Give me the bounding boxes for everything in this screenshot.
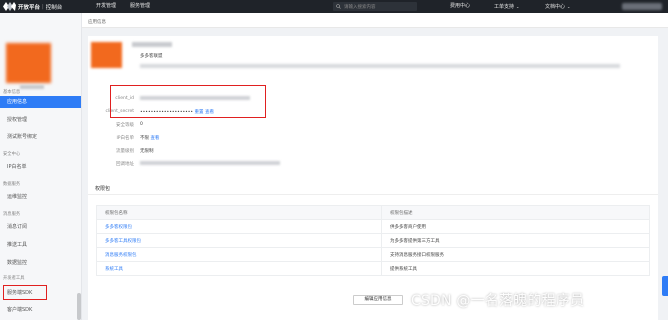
sidebar-item-ops-monitor[interactable]: 运维监控: [0, 191, 81, 203]
top-nav: 开发管理 服务管理: [80, 0, 157, 13]
permission-name-link[interactable]: 消息服务权限包: [96, 247, 382, 262]
sidebar-group-devtools: 开发者工具: [3, 276, 25, 281]
docs-center-label: 文档中心: [545, 4, 566, 10]
app-description-redacted: [140, 64, 620, 68]
fee-center-link[interactable]: 费用中心: [450, 0, 470, 13]
main-content: 应用信息 多多客联盟 client_id client_secret •••••…: [82, 13, 668, 320]
brand-logo[interactable]: 开放平台 | 控制台: [0, 0, 80, 13]
app-logo: [91, 42, 122, 68]
flow-level-label: 流量级别: [116, 149, 134, 154]
sidebar-item-data-monitor[interactable]: 数据监控: [0, 257, 81, 269]
view-ip-whitelist-link[interactable]: 查看: [150, 136, 159, 141]
sidebar-item-client-sdk[interactable]: 客户端SDK: [0, 304, 81, 316]
callback-label: 回调地址: [116, 162, 134, 167]
top-navbar: 开放平台 | 控制台 开发管理 服务管理 请输入搜索内容 费用中心 工单支持 ⌄ …: [0, 0, 668, 13]
nav-service-management[interactable]: 服务管理: [123, 0, 157, 13]
table-row: 消息服务权限包 支持消息服务接口权限服务: [96, 247, 650, 262]
divider: [88, 194, 658, 195]
platform-logo-icon: [3, 2, 16, 11]
permission-name-link[interactable]: 多多客工具权限包: [96, 233, 382, 248]
chevron-down-icon: ⌄: [516, 4, 520, 9]
app-name-redacted: [20, 85, 44, 89]
ticket-support-label: 工单支持: [494, 4, 515, 10]
sidebar-item-msg-subscribe[interactable]: 消息订阅: [0, 221, 81, 233]
app-title-redacted: [132, 42, 172, 47]
watermark-text: CSDN @一名落魄的程序员: [411, 293, 585, 309]
table-row: 多多客权限包 供多多客商户使用: [96, 219, 650, 234]
sidebar-group-message: 消息服务: [3, 212, 21, 217]
app-subtitle: 多多客联盟: [140, 54, 163, 59]
sidebar-group-data: 数据服务: [3, 182, 21, 187]
security-level-label: 安全等级: [116, 123, 134, 128]
permission-desc: 提供系统工具: [381, 261, 650, 276]
ip-whitelist-status: 不限: [140, 136, 149, 141]
flow-level-value: 无限制: [140, 149, 154, 154]
chevron-down-icon: ⌄: [567, 4, 571, 9]
sidebar: 基本信息 应用信息 授权管理 测试账号绑定 安全中心 IP白名单 数据服务 运维…: [0, 13, 82, 320]
sidebar-scrollbar[interactable]: [77, 293, 81, 320]
sidebar-group-security: 安全中心: [3, 152, 21, 157]
sidebar-item-test-account[interactable]: 测试账号绑定: [0, 131, 81, 143]
app-avatar: [6, 43, 51, 83]
permission-desc: 为多多客提供第三方工具: [381, 233, 650, 248]
sidebar-item-auth-management[interactable]: 授权管理: [0, 114, 81, 126]
column-header-desc: 权限包描述: [381, 205, 650, 220]
table-row: 系统工具 提供系统工具: [96, 261, 650, 276]
table-header-row: 权限包名称 权限包描述: [96, 205, 650, 220]
column-header-name: 权限包名称: [96, 205, 382, 220]
user-account-avatar[interactable]: [622, 3, 662, 10]
sidebar-item-push-tool[interactable]: 推送工具: [0, 239, 81, 251]
breadcrumb-bar: 应用信息: [82, 13, 668, 28]
permission-title: 权限包: [95, 186, 111, 192]
ip-whitelist-value: 不限 查看: [140, 135, 159, 141]
callback-url-redacted: [140, 161, 280, 165]
search-icon: [336, 4, 341, 9]
client-credentials-highlight-box: [110, 85, 266, 118]
sidebar-group-basic: 基本信息: [3, 90, 21, 95]
permission-desc: 支持消息服务接口权限服务: [381, 247, 650, 262]
nav-dev-management[interactable]: 开发管理: [89, 0, 123, 13]
docs-center-menu[interactable]: 文档中心 ⌄: [545, 0, 570, 13]
sidebar-item-ip-whitelist[interactable]: IP白名单: [0, 161, 81, 173]
search-input[interactable]: 请输入搜索内容: [333, 2, 417, 11]
table-row: 多多客工具权限包 为多多客提供第三方工具: [96, 233, 650, 248]
sidebar-item-app-info[interactable]: 应用信息: [0, 96, 81, 108]
console-label: 控制台: [45, 4, 63, 11]
brand-name: 开放平台: [18, 4, 41, 11]
ip-whitelist-label: IP白名单: [116, 136, 134, 141]
server-sdk-highlight-box: [3, 285, 47, 300]
edit-app-info-button[interactable]: 编辑应用信息: [353, 295, 403, 305]
permission-desc: 供多多客商户使用: [381, 219, 650, 234]
brand-divider: |: [42, 3, 44, 10]
ticket-support-menu[interactable]: 工单支持 ⌄: [494, 0, 519, 13]
permission-name-link[interactable]: 多多客权限包: [96, 219, 382, 234]
search-placeholder: 请输入搜索内容: [344, 4, 376, 10]
permission-table: 权限包名称 权限包描述 多多客权限包 供多多客商户使用 多多客工具权限包 为多多…: [96, 205, 650, 276]
breadcrumb: 应用信息: [88, 20, 106, 25]
floating-side-tab[interactable]: [662, 276, 668, 296]
permission-name-link[interactable]: 系统工具: [96, 261, 382, 276]
security-level-value: 0: [140, 122, 143, 127]
